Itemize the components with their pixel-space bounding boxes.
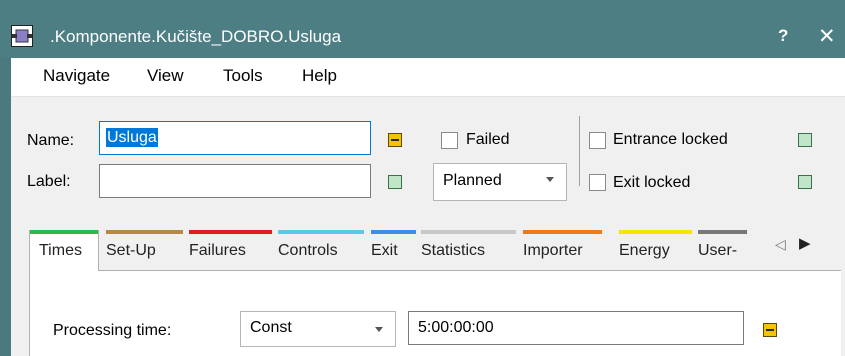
label-field[interactable] [99,164,371,198]
chevron-down-icon [375,327,383,332]
component-icon [11,25,33,47]
status-dropdown[interactable]: Planned [433,163,567,201]
menu-navigate[interactable]: Navigate [43,66,110,86]
title-bar: .Komponente.Kučište_DOBRO.Usluga ? ✕ [0,0,845,58]
tab-label: Controls [278,242,338,259]
tab-color-bar [106,230,183,234]
tab-controls[interactable]: Controls [278,230,367,270]
tab-label: Times [39,242,82,259]
menu-help[interactable]: Help [302,66,337,86]
tab-energy[interactable]: Energy [619,230,695,270]
tab-label: Failures [189,242,246,259]
processing-time-label: Processing time: [53,322,172,339]
tab-color-bar [278,230,364,234]
tab-strip: Times Set-Up Failures Controls Exit Stat… [29,230,845,271]
close-button[interactable]: ✕ [818,24,836,49]
tab-setup[interactable]: Set-Up [106,230,186,270]
failed-checkbox[interactable] [441,132,458,149]
exit-locked-label: Exit locked [613,174,691,191]
exit-locked-checkbox[interactable] [589,174,606,191]
processing-time-value: 5:00:00:00 [418,319,494,336]
status-dropdown-value: Planned [443,172,502,189]
window-title: .Komponente.Kučište_DOBRO.Usluga [50,27,342,46]
menu-tools[interactable]: Tools [223,66,263,86]
tab-color-bar [421,230,516,234]
name-label: Name: [27,132,75,149]
entrance-locked-label: Entrance locked [613,131,728,148]
tab-statistics[interactable]: Statistics [421,230,519,270]
exit-locked-inherit-button[interactable] [798,175,812,189]
tab-importer[interactable]: Importer [523,230,605,270]
tab-failures[interactable]: Failures [189,230,275,270]
label-label: Label: [27,173,71,190]
tab-label: Energy [619,242,670,259]
tab-color-bar [189,230,272,234]
vertical-separator [579,116,580,186]
tab-user-defined[interactable]: User- [698,230,750,270]
tab-scroll-left-icon[interactable]: ◁ [775,236,786,253]
tab-exit[interactable]: Exit [371,230,419,270]
tab-label: Exit [371,242,398,259]
help-button[interactable]: ? [778,26,788,46]
entrance-locked-inherit-button[interactable] [798,133,812,147]
distribution-dropdown-value: Const [250,319,292,336]
processing-time-field[interactable]: 5:00:00:00 [408,311,744,345]
tab-label: Statistics [421,242,486,259]
name-field[interactable]: Usluga [99,121,371,155]
distribution-dropdown[interactable]: Const [240,311,396,347]
times-tab-panel: Processing time: Const 5:00:00:00 [29,270,841,356]
tab-label: User- [698,242,738,259]
entrance-locked-checkbox[interactable] [589,132,606,149]
tab-color-bar [30,230,98,234]
label-inherit-button[interactable] [388,175,402,189]
failed-label: Failed [466,131,510,148]
tab-color-bar [698,230,747,234]
tab-color-bar [371,230,416,234]
menu-view[interactable]: View [147,66,184,86]
tab-label: Importer [523,242,583,259]
menu-bar: Navigate View Tools Help [11,58,845,97]
tab-color-bar [619,230,692,234]
name-edit-button[interactable] [388,133,402,147]
tab-scroll-right-icon[interactable]: ▶ [799,234,811,252]
chevron-down-icon [546,177,554,182]
tab-color-bar [523,230,602,234]
tab-label: Set-Up [106,242,156,259]
tab-times[interactable]: Times [29,230,99,271]
dialog-body: Navigate View Tools Help Name: Usluga La… [11,58,845,356]
name-field-value: Usluga [106,128,158,147]
processing-time-edit-button[interactable] [763,323,777,337]
